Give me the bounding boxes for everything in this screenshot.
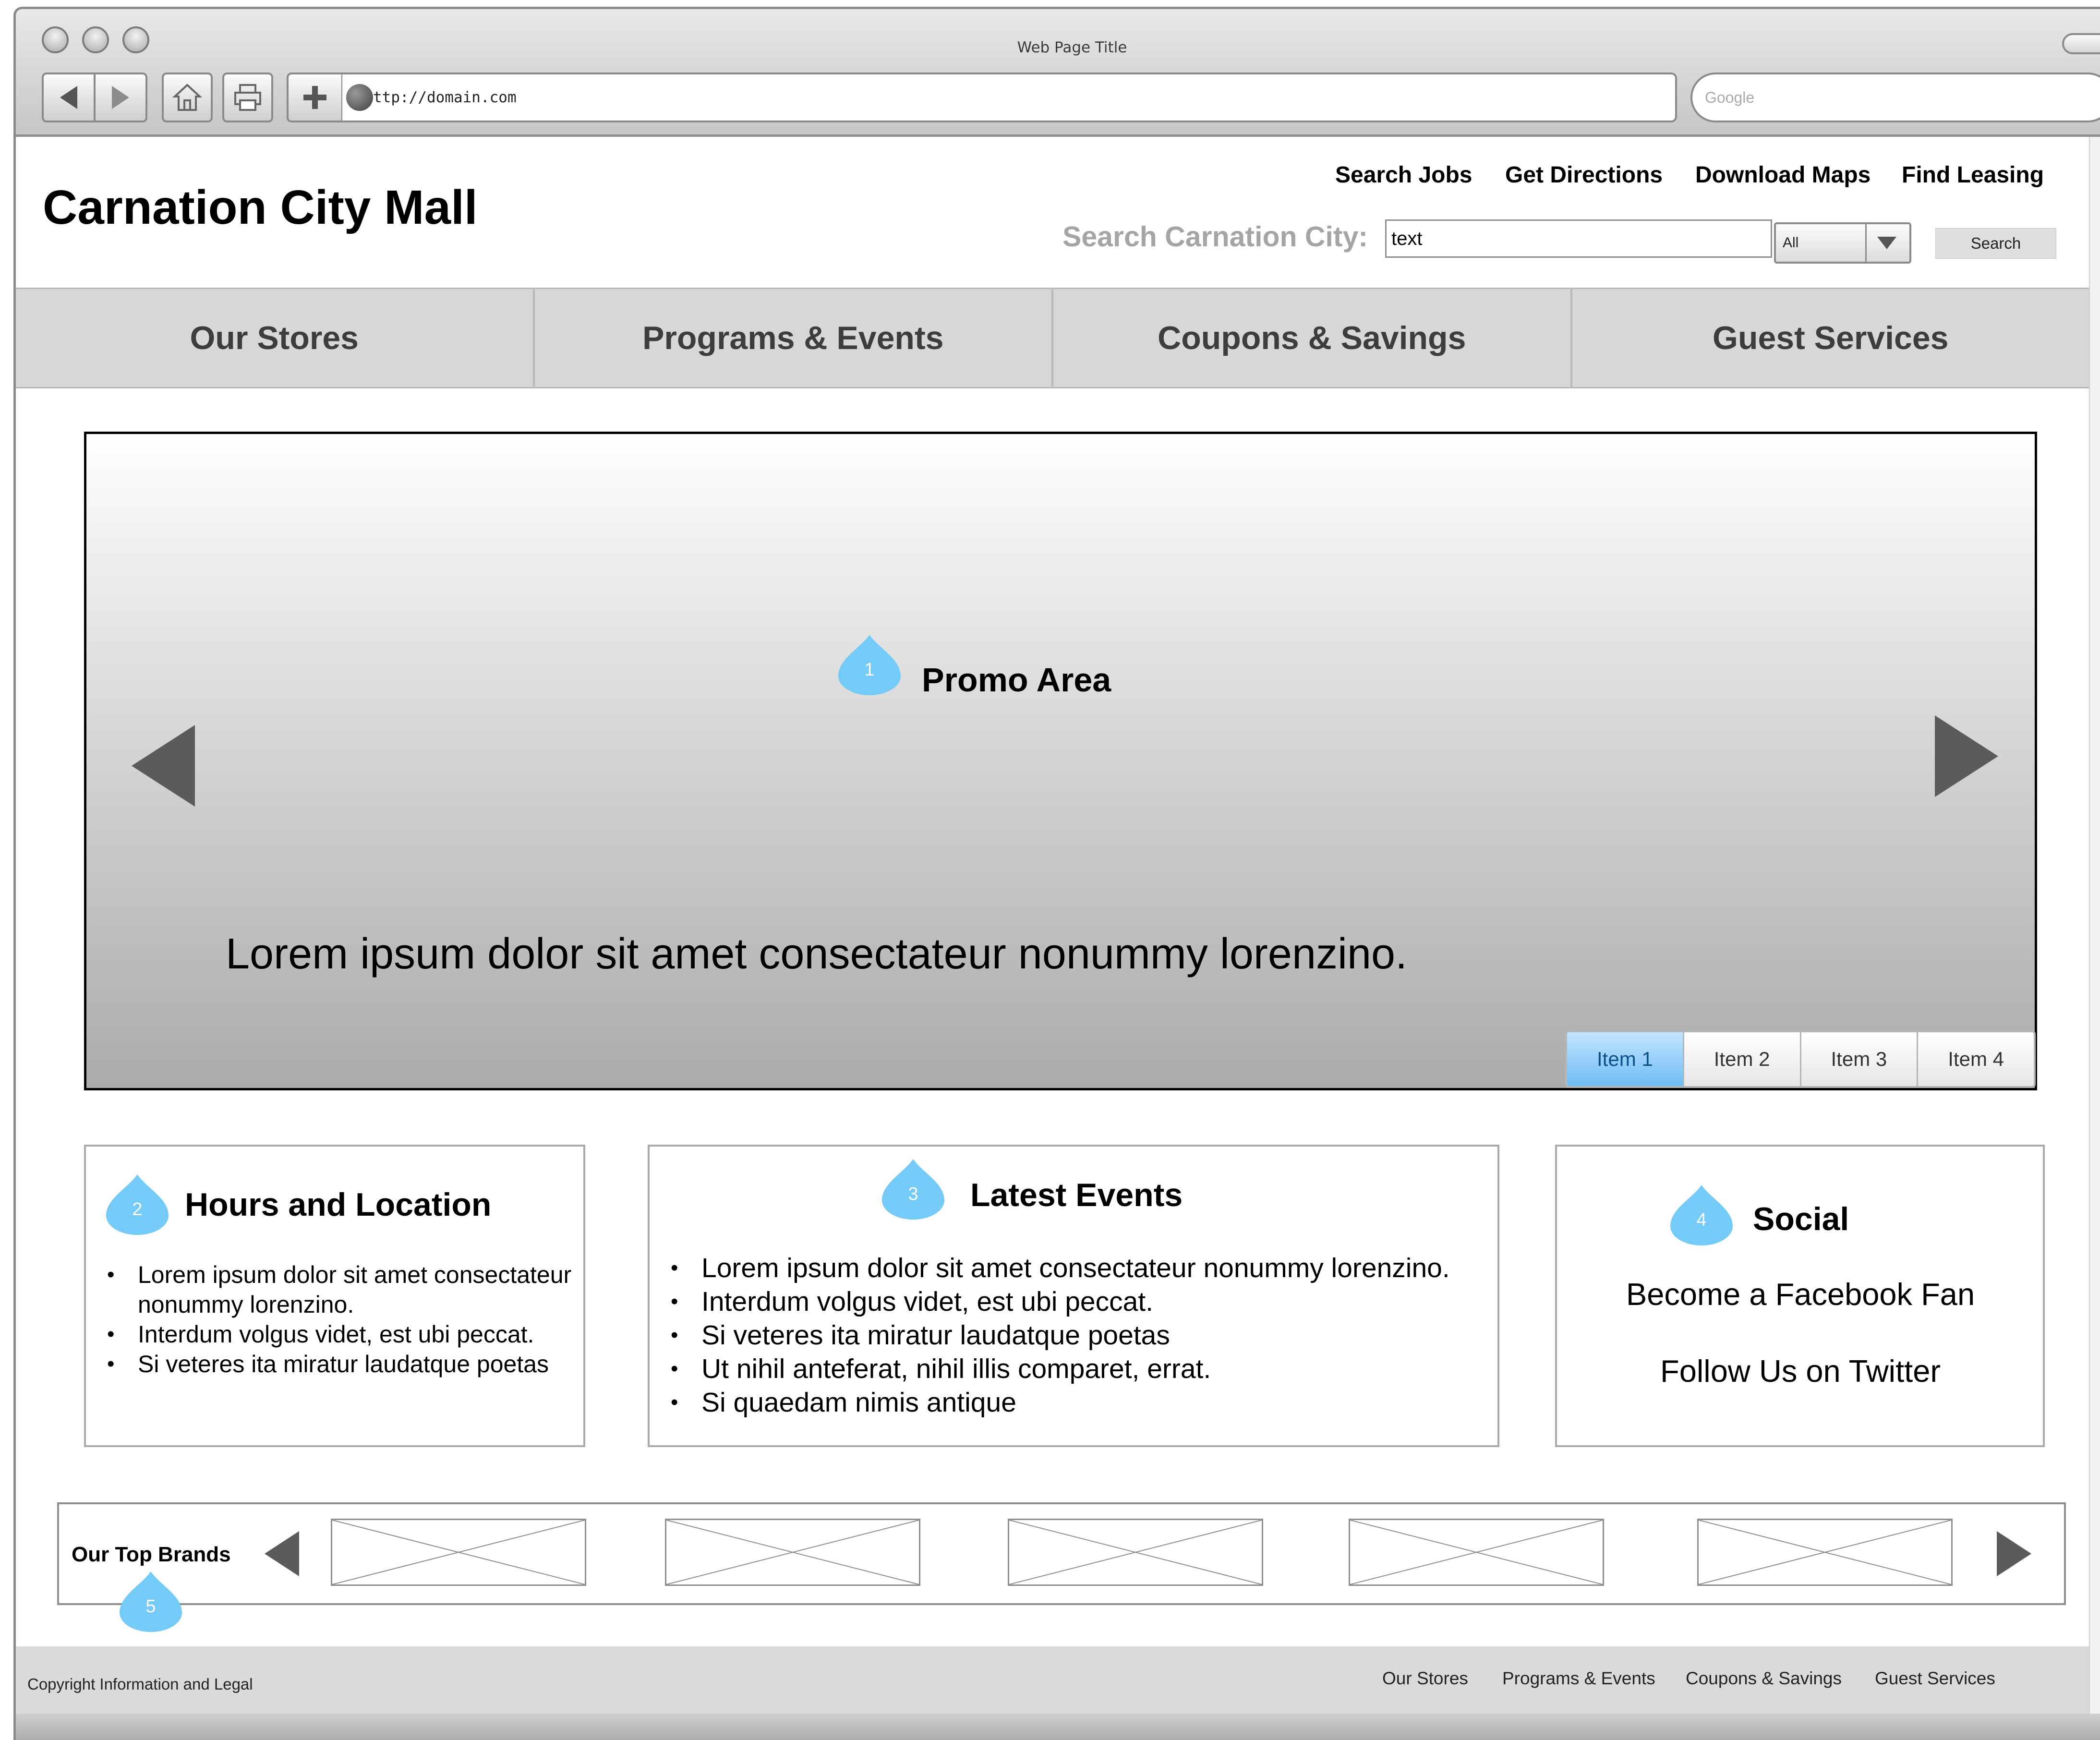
home-icon <box>172 84 203 111</box>
back-button[interactable] <box>42 72 96 122</box>
events-list: Lorem ipsum dolor sit amet consectateur … <box>671 1251 1489 1419</box>
nav-coupons-savings[interactable]: Coupons & Savings <box>1053 289 1572 387</box>
vertical-scrollbar[interactable] <box>2089 137 2100 1714</box>
latest-events-panel: 3 Latest Events Lorem ipsum dolor sit am… <box>648 1145 1499 1447</box>
site-title: Carnation City Mall <box>43 181 478 234</box>
twitter-follow-link[interactable]: Follow Us on Twitter <box>1557 1353 2044 1389</box>
image-placeholder-icon <box>1699 1520 1951 1584</box>
list-item: Lorem ipsum dolor sit amet consectateur … <box>671 1251 1489 1285</box>
list-item: Lorem ipsum dolor sit amet consectateur … <box>107 1260 599 1319</box>
copyright-text: Copyright Information and Legal <box>27 1675 253 1693</box>
annotation-marker-2: 2 <box>106 1173 169 1236</box>
promo-carousel: 1 Promo Area Lorem ipsum dolor sit amet … <box>84 432 2037 1090</box>
nav-programs-events[interactable]: Programs & Events <box>535 289 1053 387</box>
brand-image-placeholder[interactable] <box>1349 1519 1604 1586</box>
site-search-input[interactable]: text <box>1385 219 1772 258</box>
footer-link-programs-events[interactable]: Programs & Events <box>1502 1668 1655 1689</box>
brands-next-arrow[interactable] <box>1997 1531 2031 1576</box>
brands-previous-arrow[interactable] <box>265 1531 299 1576</box>
back-arrow-icon <box>60 86 77 109</box>
add-bookmark-button[interactable] <box>287 72 343 122</box>
promo-tab-item-1[interactable]: Item 1 <box>1567 1032 1684 1086</box>
search-scope-select[interactable]: All <box>1774 222 1911 264</box>
forward-button[interactable] <box>94 72 147 122</box>
plus-icon <box>303 86 326 109</box>
list-item: Si quaedam nimis antique <box>671 1386 1489 1419</box>
image-placeholder-icon <box>666 1520 919 1584</box>
image-placeholder-icon <box>332 1520 585 1584</box>
social-panel: 4 Social Become a Facebook Fan Follow Us… <box>1555 1145 2045 1447</box>
list-item: Si veteres ita miratur laudatque poetas <box>671 1318 1489 1352</box>
print-button[interactable] <box>222 72 273 122</box>
site-search-label: Search Carnation City: <box>1062 221 1368 253</box>
chevron-down-icon <box>1865 224 1907 262</box>
forward-arrow-icon <box>112 86 129 109</box>
annotation-marker-3: 3 <box>882 1158 944 1220</box>
browser-search-input[interactable]: Google <box>1690 72 2100 122</box>
brand-image-placeholder[interactable] <box>331 1519 586 1586</box>
browser-toolbar: Web Page Title ttp://domain.com Google <box>16 9 2100 137</box>
hours-title: Hours and Location <box>185 1186 492 1223</box>
get-directions-link[interactable]: Get Directions <box>1505 162 1663 188</box>
annotation-marker-4: 4 <box>1670 1184 1733 1246</box>
footer-link-coupons-savings[interactable]: Coupons & Savings <box>1686 1668 1842 1689</box>
find-leasing-link[interactable]: Find Leasing <box>1902 162 2044 188</box>
page-footer: Copyright Information and Legal Our Stor… <box>16 1646 2089 1714</box>
image-placeholder-icon <box>1350 1520 1603 1584</box>
printer-icon <box>234 84 261 111</box>
download-maps-link[interactable]: Download Maps <box>1695 162 1871 188</box>
events-title: Latest Events <box>970 1177 1183 1213</box>
hours-location-panel: 2 Hours and Location Lorem ipsum dolor s… <box>84 1145 585 1447</box>
promo-tab-item-3[interactable]: Item 3 <box>1801 1032 1919 1086</box>
annotation-marker-1: 1 <box>838 634 901 696</box>
social-title: Social <box>1753 1201 1849 1237</box>
brand-image-placeholder[interactable] <box>1697 1519 1953 1586</box>
browser-window: Web Page Title ttp://domain.com Google C… <box>13 7 2100 1740</box>
site-search-button[interactable]: Search <box>1935 228 2056 259</box>
toolbar-toggle-button[interactable] <box>2062 33 2100 54</box>
brands-title: Our Top Brands <box>72 1543 231 1566</box>
list-item: Interdum volgus videt, est ubi peccat. <box>107 1319 599 1349</box>
globe-icon <box>346 84 373 111</box>
url-text: ttp://domain.com <box>373 89 517 106</box>
address-bar[interactable]: ttp://domain.com <box>342 72 1677 122</box>
status-bar <box>16 1714 2100 1740</box>
annotation-marker-5: 5 <box>120 1571 182 1633</box>
image-placeholder-icon <box>1009 1520 1262 1584</box>
brand-image-placeholder[interactable] <box>665 1519 920 1586</box>
brand-image-placeholder[interactable] <box>1008 1519 1263 1586</box>
hours-list: Lorem ipsum dolor sit amet consectateur … <box>107 1260 599 1379</box>
facebook-fan-link[interactable]: Become a Facebook Fan <box>1557 1276 2044 1312</box>
main-nav: Our Stores Programs & Events Coupons & S… <box>16 288 2089 388</box>
scope-value: All <box>1783 235 1799 251</box>
promo-heading: Promo Area <box>922 661 1111 699</box>
promo-tab-item-4[interactable]: Item 4 <box>1918 1032 2034 1086</box>
nav-guest-services[interactable]: Guest Services <box>1572 289 2089 387</box>
promo-previous-arrow[interactable] <box>132 725 195 807</box>
window-title: Web Page Title <box>1017 39 1127 56</box>
promo-text: Lorem ipsum dolor sit amet consectateur … <box>226 930 1408 978</box>
list-item: Interdum volgus videt, est ubi peccat. <box>671 1285 1489 1318</box>
home-button[interactable] <box>162 72 213 122</box>
nav-our-stores[interactable]: Our Stores <box>16 289 535 387</box>
footer-link-guest-services[interactable]: Guest Services <box>1875 1668 1995 1689</box>
top-brands-strip: Our Top Brands 5 <box>57 1502 2066 1632</box>
promo-next-arrow[interactable] <box>1935 715 1998 797</box>
list-item: Ut nihil anteferat, nihil illis comparet… <box>671 1352 1489 1386</box>
footer-link-our-stores[interactable]: Our Stores <box>1382 1668 1468 1689</box>
promo-item-tabs: Item 1 Item 2 Item 3 Item 4 <box>1565 1030 2036 1088</box>
promo-tab-item-2[interactable]: Item 2 <box>1684 1032 1801 1086</box>
list-item: Si veteres ita miratur laudatque poetas <box>107 1349 599 1379</box>
search-jobs-link[interactable]: Search Jobs <box>1335 162 1472 188</box>
